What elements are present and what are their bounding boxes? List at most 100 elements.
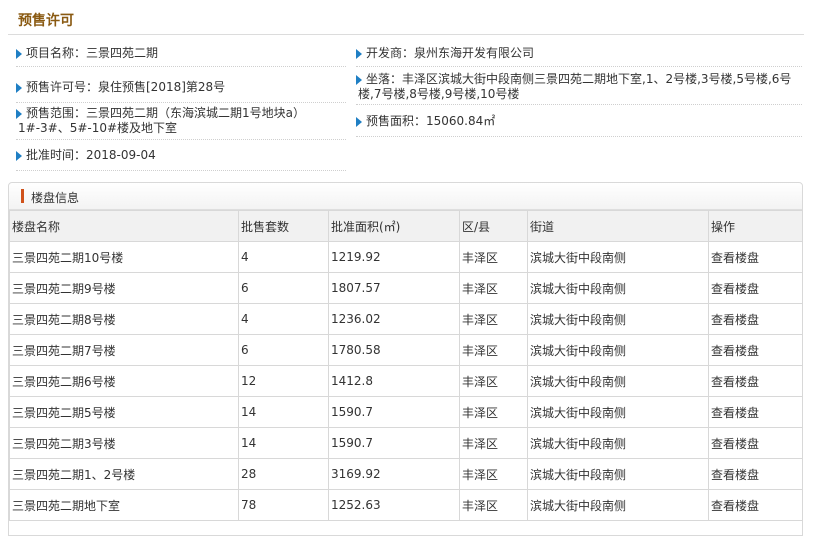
license-no: 预售许可号：泉住预售[2018]第28号: [26, 80, 226, 94]
unit-count: 28: [238, 458, 329, 490]
unit-count: 14: [238, 427, 329, 459]
location-row: 坐落：丰泽区滨城大街中段南侧三景四苑二期地下室,1、2号楼,3号楼,5号楼,6号…: [356, 72, 802, 102]
district: 丰泽区: [459, 365, 528, 397]
table-row: 三景四苑二期9号楼 6 1807.57 丰泽区 滨城大街中段南侧 查看楼盘: [9, 272, 803, 304]
arrow-right-icon: [356, 49, 362, 59]
unit-count: 78: [238, 489, 329, 521]
view-building-link[interactable]: 查看楼盘: [708, 241, 803, 273]
street: 滨城大街中段南侧: [527, 365, 709, 397]
district: 丰泽区: [459, 427, 528, 459]
street: 滨城大街中段南侧: [527, 241, 709, 273]
district: 丰泽区: [459, 396, 528, 428]
view-building-link[interactable]: 查看楼盘: [708, 427, 803, 459]
page-title: 预售许可: [18, 13, 74, 29]
district: 丰泽区: [459, 303, 528, 335]
view-building-link[interactable]: 查看楼盘: [708, 334, 803, 366]
panel-title: 楼盘信息: [31, 191, 80, 205]
dotted-divider: [16, 66, 346, 67]
view-building-link[interactable]: 查看楼盘: [708, 458, 803, 490]
view-building-link[interactable]: 查看楼盘: [708, 489, 803, 521]
building-name: 三景四苑二期5号楼: [9, 396, 239, 428]
accent-bar-icon: [21, 189, 24, 203]
unit-count: 14: [238, 396, 329, 428]
panel-header: 楼盘信息: [9, 183, 802, 210]
street: 滨城大街中段南侧: [527, 396, 709, 428]
view-building-link[interactable]: 查看楼盘: [708, 396, 803, 428]
unit-count: 12: [238, 365, 329, 397]
dotted-divider: [16, 170, 346, 171]
arrow-right-icon: [16, 151, 22, 161]
building-name: 三景四苑二期地下室: [9, 489, 239, 521]
col-header-street: 街道: [527, 210, 709, 242]
building-name: 三景四苑二期7号楼: [9, 334, 239, 366]
dotted-divider: [16, 139, 346, 140]
street: 滨城大街中段南侧: [527, 272, 709, 304]
area-row: 预售面积：15060.84㎡: [356, 114, 495, 129]
approved-area: 1780.58: [328, 334, 460, 366]
district: 丰泽区: [459, 489, 528, 521]
dotted-divider: [356, 66, 802, 67]
unit-count: 4: [238, 241, 329, 273]
building-name: 三景四苑二期3号楼: [9, 427, 239, 459]
arrow-right-icon: [356, 117, 362, 127]
district: 丰泽区: [459, 241, 528, 273]
project-name-row: 项目名称：三景四苑二期: [16, 46, 158, 61]
dotted-divider: [356, 136, 802, 137]
street: 滨城大街中段南侧: [527, 489, 709, 521]
building-name: 三景四苑二期6号楼: [9, 365, 239, 397]
street: 滨城大街中段南侧: [527, 458, 709, 490]
building-table: 楼盘名称 批售套数 批准面积(㎡) 区/县 街道 操作 三景四苑二期10号楼 4…: [9, 210, 803, 521]
approval-time-row: 批准时间：2018-09-04: [16, 148, 156, 163]
table-row: 三景四苑二期10号楼 4 1219.92 丰泽区 滨城大街中段南侧 查看楼盘: [9, 241, 803, 273]
unit-count: 6: [238, 272, 329, 304]
title-divider: [8, 34, 804, 35]
approved-area: 1412.8: [328, 365, 460, 397]
dotted-divider: [356, 104, 802, 105]
table-row: 三景四苑二期6号楼 12 1412.8 丰泽区 滨城大街中段南侧 查看楼盘: [9, 365, 803, 397]
street: 滨城大街中段南侧: [527, 427, 709, 459]
location-line1: 坐落：丰泽区滨城大街中段南侧三景四苑二期地下室,1、2号楼,3号楼,5号楼,6号: [366, 72, 792, 86]
building-name: 三景四苑二期9号楼: [9, 272, 239, 304]
approved-area: 3169.92: [328, 458, 460, 490]
presale-area: 预售面积：15060.84㎡: [366, 114, 496, 128]
col-header-district: 区/县: [459, 210, 528, 242]
unit-count: 6: [238, 334, 329, 366]
table-row: 三景四苑二期7号楼 6 1780.58 丰泽区 滨城大街中段南侧 查看楼盘: [9, 334, 803, 366]
approved-area: 1252.63: [328, 489, 460, 521]
table-row: 三景四苑二期地下室 78 1252.63 丰泽区 滨城大街中段南侧 查看楼盘: [9, 489, 803, 521]
table-row: 三景四苑二期5号楼 14 1590.7 丰泽区 滨城大街中段南侧 查看楼盘: [9, 396, 803, 428]
developer: 开发商：泉州东海开发有限公司: [366, 46, 535, 60]
arrow-right-icon: [356, 75, 362, 85]
developer-row: 开发商：泉州东海开发有限公司: [356, 46, 534, 61]
street: 滨城大街中段南侧: [527, 334, 709, 366]
scope-line2: 1#-3#、5#-10#楼及地下室: [18, 121, 178, 135]
approval-time: 批准时间：2018-09-04: [26, 148, 156, 162]
approved-area: 1236.02: [328, 303, 460, 335]
project-name: 项目名称：三景四苑二期: [26, 46, 159, 60]
view-building-link[interactable]: 查看楼盘: [708, 272, 803, 304]
col-header-area: 批准面积(㎡): [328, 210, 460, 242]
location-line2: 楼,7号楼,8号楼,9号楼,10号楼: [358, 87, 520, 101]
scope-line1: 预售范围：三景四苑二期（东海滨城二期1号地块a）: [26, 106, 305, 120]
district: 丰泽区: [459, 272, 528, 304]
dotted-divider: [16, 102, 346, 103]
approved-area: 1219.92: [328, 241, 460, 273]
arrow-right-icon: [16, 49, 22, 59]
license-no-row: 预售许可号：泉住预售[2018]第28号: [16, 80, 225, 95]
table-row: 三景四苑二期1、2号楼 28 3169.92 丰泽区 滨城大街中段南侧 查看楼盘: [9, 458, 803, 490]
arrow-right-icon: [16, 109, 22, 119]
building-name: 三景四苑二期1、2号楼: [9, 458, 239, 490]
arrow-right-icon: [16, 83, 22, 93]
view-building-link[interactable]: 查看楼盘: [708, 365, 803, 397]
street: 滨城大街中段南侧: [527, 303, 709, 335]
col-header-units: 批售套数: [238, 210, 329, 242]
unit-count: 4: [238, 303, 329, 335]
approved-area: 1807.57: [328, 272, 460, 304]
building-info-panel: 楼盘信息 楼盘名称 批售套数 批准面积(㎡) 区/县 街道 操作 三景四苑二期1…: [8, 182, 803, 536]
col-header-name: 楼盘名称: [9, 210, 239, 242]
view-building-link[interactable]: 查看楼盘: [708, 303, 803, 335]
district: 丰泽区: [459, 458, 528, 490]
approved-area: 1590.7: [328, 427, 460, 459]
col-header-action: 操作: [708, 210, 803, 242]
district: 丰泽区: [459, 334, 528, 366]
